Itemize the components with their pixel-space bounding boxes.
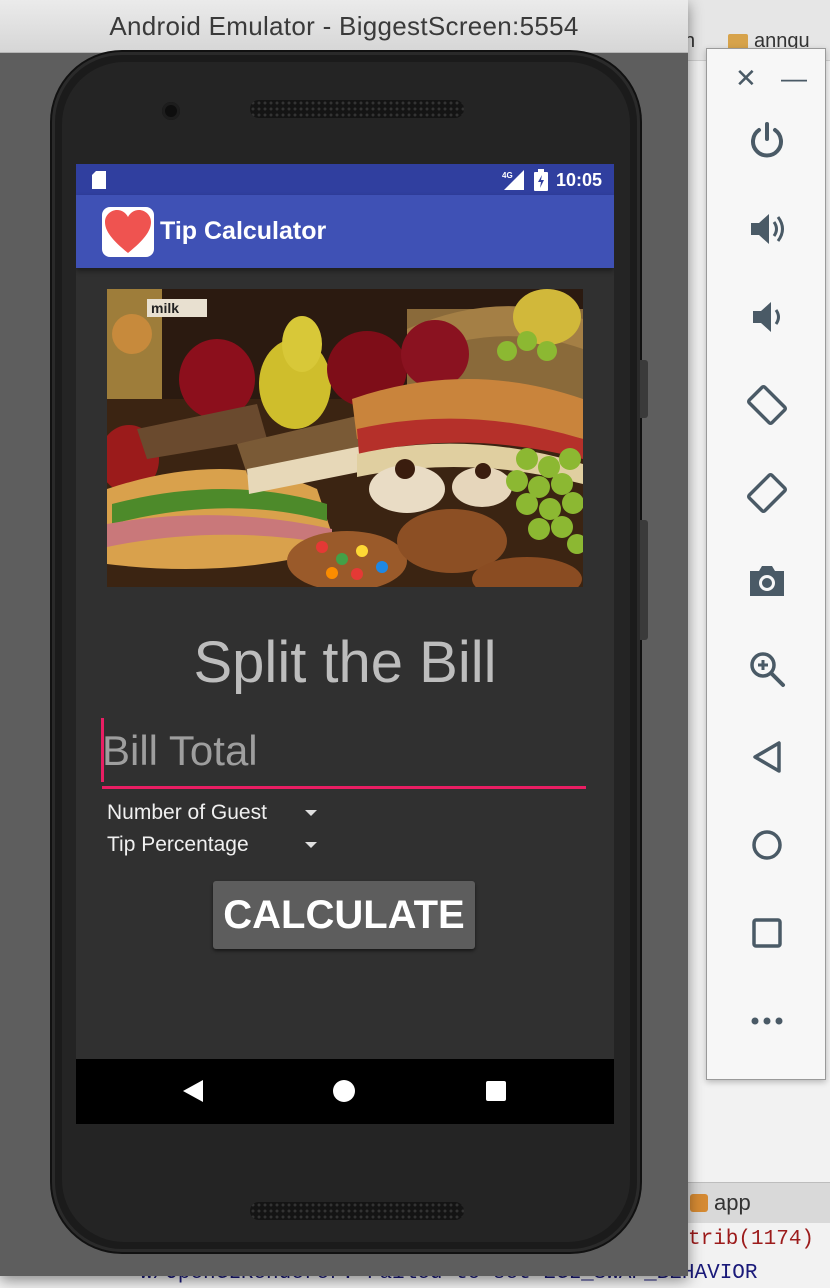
rotate-right-icon[interactable] xyxy=(741,467,793,519)
app-title: Tip Calculator xyxy=(160,217,327,245)
emulator-toolbar: ✕ — xyxy=(706,48,826,1080)
bill-total-input[interactable] xyxy=(102,716,586,789)
ide-bottom-tab-label: app xyxy=(714,1190,751,1215)
emulator-window: Android Emulator - BiggestScreen:5554 4G… xyxy=(0,0,688,1276)
calculate-button[interactable]: CALCULATE xyxy=(213,881,475,949)
status-time: 10:05 xyxy=(556,170,603,190)
device-volume-button xyxy=(640,520,648,640)
close-icon[interactable]: ✕ xyxy=(735,63,757,94)
app-bar: Tip Calculator xyxy=(76,195,614,268)
guests-spinner-label: Number of Guest xyxy=(107,801,267,824)
dropdown-arrow-icon xyxy=(305,810,317,816)
page-title: Split the Bill xyxy=(193,630,497,695)
front-camera xyxy=(162,102,180,120)
back-icon[interactable] xyxy=(741,731,793,783)
device-power-button xyxy=(640,360,648,418)
volume-up-icon[interactable] xyxy=(741,203,793,255)
food-photo: milk xyxy=(107,289,583,587)
battery-icon xyxy=(534,169,548,191)
guests-spinner[interactable]: Number of Guest xyxy=(107,797,327,829)
minimize-icon[interactable]: — xyxy=(781,63,807,94)
dropdown-arrow-icon xyxy=(305,842,317,848)
nav-home-icon[interactable] xyxy=(333,1080,355,1102)
signal-icon: 4G xyxy=(502,170,524,190)
device-screen: 4G 10:05 Tip Calculator milk Split the B… xyxy=(76,164,614,1124)
power-icon[interactable] xyxy=(741,115,793,167)
overview-icon[interactable] xyxy=(741,907,793,959)
log-line: trib(1174) xyxy=(688,1228,815,1251)
svg-text:4G: 4G xyxy=(502,171,513,180)
more-icon[interactable] xyxy=(741,995,793,1047)
home-icon[interactable] xyxy=(741,819,793,871)
heart-icon xyxy=(105,210,151,253)
window-titlebar[interactable]: Android Emulator - BiggestScreen:5554 xyxy=(0,0,688,53)
speaker-grille-top xyxy=(250,100,464,118)
camera-icon[interactable] xyxy=(741,555,793,607)
nav-back-icon[interactable] xyxy=(183,1080,205,1102)
speaker-grille-bottom xyxy=(250,1202,464,1220)
status-bar: 4G 10:05 xyxy=(76,164,614,195)
zoom-icon[interactable] xyxy=(741,643,793,695)
volume-down-icon[interactable] xyxy=(741,291,793,343)
navigation-bar xyxy=(76,1059,614,1124)
text-cursor xyxy=(101,718,104,782)
tip-spinner-label: Tip Percentage xyxy=(107,833,249,856)
window-title: Android Emulator - BiggestScreen:5554 xyxy=(109,11,579,41)
ide-bottom-tab[interactable] xyxy=(688,1182,830,1223)
sd-card-icon xyxy=(92,171,106,189)
nav-recents-icon[interactable] xyxy=(486,1081,506,1101)
android-module-icon xyxy=(690,1194,708,1212)
svg-text:milk: milk xyxy=(151,300,179,316)
app-logo xyxy=(102,207,154,257)
tip-percentage-spinner[interactable]: Tip Percentage xyxy=(107,829,327,861)
rotate-left-icon[interactable] xyxy=(741,379,793,431)
